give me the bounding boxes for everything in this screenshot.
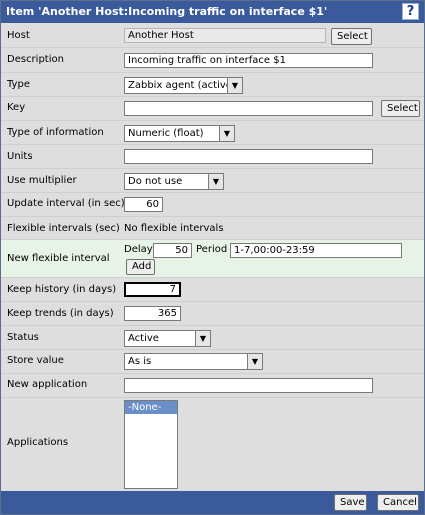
status-row: Status Active ▼ — [1, 326, 424, 350]
store-value-label: Store value — [7, 355, 64, 366]
chevron-down-icon: ▼ — [227, 78, 242, 93]
keep-trends-row: Keep trends (in days) 365 — [1, 302, 424, 326]
dialog-title: Item 'Another Host:Incoming traffic on i… — [6, 5, 328, 18]
new-application-row: New application — [1, 374, 424, 398]
type-select[interactable]: Zabbix agent (active) ▼ — [124, 77, 243, 94]
keep-trends-field[interactable]: 365 — [124, 306, 181, 321]
chevron-down-icon: ▼ — [219, 126, 234, 141]
delay-label: Delay — [124, 244, 153, 255]
chevron-down-icon: ▼ — [247, 354, 262, 369]
units-label: Units — [7, 151, 33, 162]
dialog-footer: Save Cancel — [1, 491, 424, 514]
keep-history-label: Keep history (in days) — [7, 284, 117, 295]
flexible-intervals-row: Flexible intervals (sec) No flexible int… — [1, 217, 424, 240]
description-label: Description — [7, 54, 64, 65]
keep-trends-label: Keep trends (in days) — [7, 308, 114, 319]
type-row: Type Zabbix agent (active) ▼ — [1, 73, 424, 97]
units-row: Units — [1, 145, 424, 169]
new-application-field[interactable] — [124, 378, 373, 393]
use-multiplier-row: Use multiplier Do not use ▼ — [1, 169, 424, 193]
use-multiplier-label: Use multiplier — [7, 175, 77, 186]
save-button[interactable]: Save — [334, 494, 367, 511]
type-of-information-label: Type of information — [7, 127, 104, 138]
use-multiplier-value: Do not use — [128, 176, 183, 187]
new-flexible-interval-row: New flexible interval Delay 50 Period 1-… — [1, 240, 424, 278]
flexible-intervals-label: Flexible intervals (sec) — [7, 223, 120, 234]
units-field[interactable] — [124, 149, 373, 164]
type-of-information-select[interactable]: Numeric (float) ▼ — [124, 125, 235, 142]
update-interval-field[interactable]: 60 — [124, 197, 163, 212]
key-select-button[interactable]: Select — [381, 100, 420, 117]
delay-field[interactable]: 50 — [153, 243, 192, 258]
keep-history-row: Keep history (in days) 7 — [1, 278, 424, 302]
new-flexible-interval-label: New flexible interval — [7, 253, 110, 264]
new-application-label: New application — [7, 379, 88, 390]
type-of-information-row: Type of information Numeric (float) ▼ — [1, 121, 424, 145]
type-select-value: Zabbix agent (active) — [128, 80, 236, 91]
chevron-down-icon: ▼ — [208, 174, 223, 189]
applications-option-none[interactable]: -None- — [125, 401, 177, 414]
key-row: Key Select — [1, 97, 424, 121]
help-icon[interactable]: ? — [402, 3, 419, 20]
store-value-select-value: As is — [128, 356, 152, 367]
description-row: Description Incoming traffic on interfac… — [1, 48, 424, 73]
key-field[interactable] — [124, 101, 373, 116]
applications-listbox[interactable]: -None- — [124, 400, 178, 489]
status-label: Status — [7, 332, 39, 343]
host-select-button[interactable]: Select — [331, 28, 372, 45]
applications-label: Applications — [7, 437, 69, 448]
dialog-titlebar: Item 'Another Host:Incoming traffic on i… — [1, 1, 424, 23]
status-select-value: Active — [128, 333, 159, 344]
period-field[interactable]: 1-7,00:00-23:59 — [230, 243, 402, 258]
host-label: Host — [7, 30, 30, 41]
update-interval-label: Update interval (in sec) — [7, 198, 125, 209]
update-interval-row: Update interval (in sec) 60 — [1, 193, 424, 217]
add-interval-button[interactable]: Add — [126, 259, 155, 275]
type-label: Type — [7, 79, 30, 90]
item-dialog: Item 'Another Host:Incoming traffic on i… — [0, 0, 425, 515]
type-of-information-value: Numeric (float) — [128, 128, 204, 139]
flexible-intervals-value: No flexible intervals — [124, 223, 224, 234]
cancel-button[interactable]: Cancel — [377, 494, 419, 511]
period-label: Period — [196, 244, 228, 255]
status-select[interactable]: Active ▼ — [124, 330, 211, 347]
use-multiplier-select[interactable]: Do not use ▼ — [124, 173, 224, 190]
applications-row: Applications -None- — [1, 398, 424, 491]
description-field[interactable]: Incoming traffic on interface $1 — [124, 53, 373, 68]
store-value-row: Store value As is ▼ — [1, 350, 424, 374]
key-label: Key — [7, 102, 26, 113]
store-value-select[interactable]: As is ▼ — [124, 353, 263, 370]
chevron-down-icon: ▼ — [195, 331, 210, 346]
host-row: Host Another Host Select — [1, 23, 424, 48]
host-field[interactable]: Another Host — [124, 28, 326, 43]
keep-history-field[interactable]: 7 — [124, 282, 181, 297]
